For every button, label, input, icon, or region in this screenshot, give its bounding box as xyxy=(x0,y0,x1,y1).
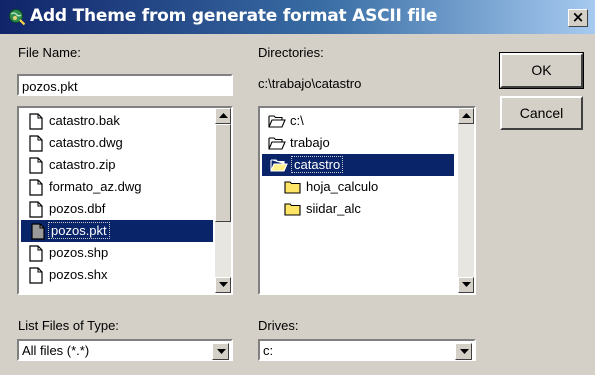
arrow-up-icon xyxy=(219,113,228,118)
directory-name: siidar_alc xyxy=(306,201,361,216)
directory-list[interactable]: c:\ trabajo catastro hoja_calculo siidar_alc xyxy=(258,106,476,295)
open-folder-icon xyxy=(268,137,286,150)
file-name-input[interactable]: pozos.pkt xyxy=(17,74,233,96)
close-button[interactable]: × xyxy=(568,9,588,27)
file-name: pozos.shx xyxy=(49,267,108,282)
document-icon xyxy=(29,157,43,174)
file-list-item[interactable]: catastro.zip xyxy=(19,154,213,176)
folder-icon xyxy=(284,203,301,216)
file-type-select[interactable]: All files (*.*) xyxy=(17,339,233,361)
file-list-item[interactable]: pozos.shx xyxy=(19,264,213,286)
file-list-item[interactable]: pozos.dbf xyxy=(19,198,213,220)
file-scroll-thumb[interactable] xyxy=(215,124,231,222)
chevron-down-icon xyxy=(460,349,469,354)
title-bar[interactable]: Add Theme from generate format ASCII fil… xyxy=(0,0,595,34)
chevron-down-icon xyxy=(217,349,226,354)
directory-name: hoja_calculo xyxy=(306,179,379,194)
file-list[interactable]: catastro.bak catastro.dwg catastro.zip form… xyxy=(17,106,233,295)
close-icon: × xyxy=(571,8,585,26)
file-name: pozos.pkt xyxy=(48,222,110,239)
open-folder-icon xyxy=(270,159,288,172)
directory-name: trabajo xyxy=(290,135,330,150)
file-type-value: All files (*.*) xyxy=(22,343,90,358)
directory-item[interactable]: c:\ xyxy=(260,110,454,132)
dialog-window: Add Theme from generate format ASCII fil… xyxy=(0,0,595,375)
document-icon xyxy=(29,245,43,262)
file-name: catastro.dwg xyxy=(49,135,123,150)
document-icon xyxy=(29,113,43,130)
file-type-dropdown-button[interactable] xyxy=(212,343,229,360)
file-name: catastro.zip xyxy=(49,157,116,172)
file-list-item[interactable]: catastro.dwg xyxy=(19,132,213,154)
file-list-item[interactable]: pozos.shp xyxy=(19,242,213,264)
arrow-down-icon xyxy=(462,282,471,287)
app-globe-icon xyxy=(9,9,26,26)
dir-scroll-down-button[interactable] xyxy=(458,277,474,293)
directory-item[interactable]: catastro xyxy=(262,154,454,176)
file-scroll-up-button[interactable] xyxy=(215,108,231,124)
drives-label: Drives: xyxy=(258,318,299,333)
document-icon xyxy=(29,179,43,196)
directory-list-scrollbar[interactable] xyxy=(458,108,474,293)
directory-name: c:\ xyxy=(290,113,304,128)
cancel-button[interactable]: Cancel xyxy=(500,96,583,130)
file-name-value: pozos.pkt xyxy=(22,79,78,94)
directory-item[interactable]: hoja_calculo xyxy=(260,176,454,198)
directory-item[interactable]: trabajo xyxy=(260,132,454,154)
drives-dropdown-button[interactable] xyxy=(455,343,472,360)
dialog-title: Add Theme from generate format ASCII fil… xyxy=(30,6,438,26)
folder-icon xyxy=(284,181,301,194)
file-list-item[interactable]: catastro.bak xyxy=(19,110,213,132)
file-scroll-down-button[interactable] xyxy=(215,277,231,293)
file-list-item[interactable]: formato_az.dwg xyxy=(19,176,213,198)
file-list-scrollbar[interactable] xyxy=(215,108,231,293)
file-name-label: File Name: xyxy=(18,45,81,60)
document-icon xyxy=(29,135,43,152)
document-icon xyxy=(31,223,45,240)
directory-name: catastro xyxy=(290,156,344,173)
file-name: pozos.shp xyxy=(49,245,109,260)
drives-select[interactable]: c: xyxy=(258,339,476,361)
arrow-down-icon xyxy=(219,282,228,287)
directory-item[interactable]: siidar_alc xyxy=(260,198,454,220)
file-name: pozos.dbf xyxy=(49,201,106,216)
arrow-up-icon xyxy=(462,113,471,118)
current-path: c:\trabajo\catastro xyxy=(258,76,362,91)
file-name: formato_az.dwg xyxy=(49,179,142,194)
file-name: catastro.bak xyxy=(49,113,120,128)
file-list-item[interactable]: pozos.pkt xyxy=(21,220,213,242)
drives-value: c: xyxy=(263,343,274,358)
file-type-label: List Files of Type: xyxy=(18,318,119,333)
dir-scroll-up-button[interactable] xyxy=(458,108,474,124)
document-icon xyxy=(29,267,43,284)
ok-button[interactable]: OK xyxy=(499,52,584,89)
directories-label: Directories: xyxy=(258,45,324,60)
open-folder-icon xyxy=(268,115,286,128)
document-icon xyxy=(29,201,43,218)
